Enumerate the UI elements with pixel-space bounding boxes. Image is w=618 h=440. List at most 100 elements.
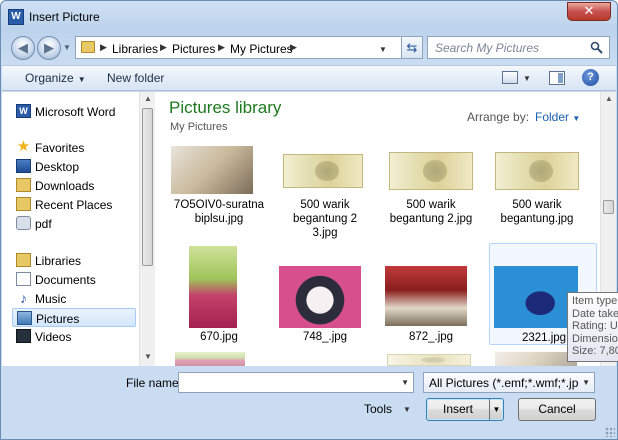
scrollbar-thumb[interactable] [603,200,614,214]
breadcrumb-pictures[interactable]: Pictures [172,42,215,56]
search-icon[interactable] [590,41,603,54]
chevron-down-icon[interactable]: ▼ [401,378,409,387]
change-view-icon[interactable] [502,71,518,84]
search-input[interactable]: Search My Pictures [427,36,610,59]
help-icon[interactable]: ? [582,69,599,86]
forward-button[interactable]: ▶ [37,36,61,60]
file-thumbnail [495,152,579,190]
nav-item-videos[interactable]: Videos [12,327,136,346]
file-thumbnail [385,266,467,326]
address-bar[interactable]: ▶ Libraries ▶ Pictures ▶ My Pictures ▶ ▼ [75,36,421,59]
file-thumbnail [171,146,253,194]
nav-item-label: Favorites [35,141,85,155]
navigation-scrollbar[interactable]: ▲ ▼ [139,92,155,366]
window-title: Insert Picture [29,10,100,24]
file-name-input[interactable]: ▼ [178,372,414,393]
chevron-down-icon: ▼ [582,378,590,387]
tools-button[interactable]: Tools [364,402,392,416]
insert-label: Insert [442,402,473,416]
breadcrumb-separator-icon[interactable]: ▶ [218,42,225,53]
nav-item-recent-places[interactable]: Recent Places [12,195,136,214]
nav-item-music[interactable]: ♪ Music [12,289,136,308]
nav-item-downloads[interactable]: Downloads [12,176,136,195]
breadcrumb-separator-icon[interactable]: ▶ [100,42,107,53]
nav-item-label: pdf [35,217,52,231]
file-name: 500 warik [406,199,456,211]
downloads-icon [16,178,31,192]
breadcrumb-separator-icon[interactable]: ▶ [290,42,297,53]
file-tile[interactable]: 500 warik begantung 2 3.jpg [271,144,379,244]
new-folder-button[interactable]: New folder [107,71,164,85]
file-type-select[interactable]: All Pictures (*.emf;*.wmf;*.jpg;* ▼ [423,372,595,393]
nav-item-desktop[interactable]: Desktop [12,157,136,176]
refresh-button[interactable]: ⇆ [401,36,423,59]
resize-grip-icon[interactable] [605,427,615,437]
file-name: begantung 2.jpg [389,213,473,225]
chevron-down-icon[interactable]: ▼ [403,405,411,414]
file-thumbnail [283,154,363,188]
address-row: ◀ ▶ ▼ ▶ Libraries ▶ Pictures ▶ My Pictur… [1,31,617,63]
recent-places-icon [16,197,31,211]
nav-item-microsoft-word[interactable]: W Microsoft Word [12,102,136,121]
word-icon: W [16,104,31,118]
file-tile[interactable]: 500 warik begantung.jpg [483,144,591,236]
preview-pane-icon[interactable] [549,71,565,85]
file-tile[interactable]: 748_.jpg [271,244,379,344]
tooltip-line: Item type [572,295,618,307]
nav-item-label: Desktop [35,160,80,174]
view-options-dropdown-icon[interactable]: ▼ [523,74,531,83]
library-title: Pictures library [169,98,282,117]
file-thumbnail [389,152,473,190]
file-thumbnail [279,266,361,328]
nav-item-documents[interactable]: Documents [12,270,136,289]
file-tile[interactable]: 670.jpg [165,244,273,344]
nav-item-pictures[interactable]: Pictures [12,308,136,327]
organize-label: Organize [25,71,74,85]
file-thumbnail[interactable] [495,352,577,366]
nav-item-label: Videos [35,330,72,344]
breadcrumb-libraries[interactable]: Libraries [112,42,158,56]
file-thumbnail[interactable] [175,352,245,366]
file-tile[interactable]: 500 warik begantung 2.jpg [377,144,485,236]
file-tile[interactable]: 7O5OIV0-suratna biplsu.jpg [165,144,273,236]
cancel-button[interactable]: Cancel [518,398,596,421]
file-thumbnail [494,266,578,328]
documents-icon [16,272,31,286]
library-subtitle: My Pictures [170,121,228,133]
back-arrow-icon: ◀ [18,40,28,55]
scroll-up-icon[interactable]: ▲ [605,94,613,103]
insert-options-dropdown-icon[interactable]: ▼ [489,399,503,420]
address-history-dropdown-icon[interactable]: ▼ [379,45,387,54]
main-area: W Microsoft Word ★ Favorites Desktop Dow… [2,92,616,366]
file-name: 670.jpg [200,331,238,343]
nav-item-label: Music [35,292,67,306]
scroll-up-icon[interactable]: ▲ [144,94,152,103]
nav-item-label: Documents [35,273,96,287]
file-name-label: File name: [126,376,183,390]
scrollbar-thumb[interactable] [142,108,153,266]
folder-icon [81,41,95,53]
close-button[interactable]: ✕ [567,2,611,21]
organize-button[interactable]: Organize ▼ [25,71,86,85]
arrange-by-dropdown[interactable]: Folder ▼ [535,110,580,124]
insert-button[interactable]: Insert ▼ [426,398,504,421]
scroll-down-icon[interactable]: ▼ [144,352,152,361]
title-bar: W Insert Picture ✕ [1,1,617,31]
breadcrumb-separator-icon[interactable]: ▶ [160,42,167,53]
file-thumbnail [189,246,237,328]
file-tile[interactable]: 872_.jpg [377,244,485,344]
file-thumbnail[interactable] [387,354,471,366]
insert-picture-dialog: W Insert Picture ✕ ◀ ▶ ▼ ▶ Libraries ▶ P… [0,0,618,440]
file-type-value: All Pictures (*.emf;*.wmf;*.jpg;* [429,376,579,390]
nav-item-label: Libraries [35,254,82,268]
nav-item-favorites[interactable]: ★ Favorites [12,138,136,157]
tooltip-line: Size: 7,80 [572,345,618,357]
file-info-tooltip: Item type Date take Rating: Un Dimensio … [567,292,618,362]
back-button[interactable]: ◀ [11,36,35,60]
breadcrumb-my-pictures[interactable]: My Pictures [230,42,293,56]
nav-item-libraries[interactable]: Libraries [12,251,136,270]
pictures-icon [17,311,32,325]
recent-pages-dropdown-icon[interactable]: ▼ [63,43,71,52]
nav-item-pdf[interactable]: pdf [12,214,136,233]
file-name: 7O5OIV0-suratna [173,199,265,211]
